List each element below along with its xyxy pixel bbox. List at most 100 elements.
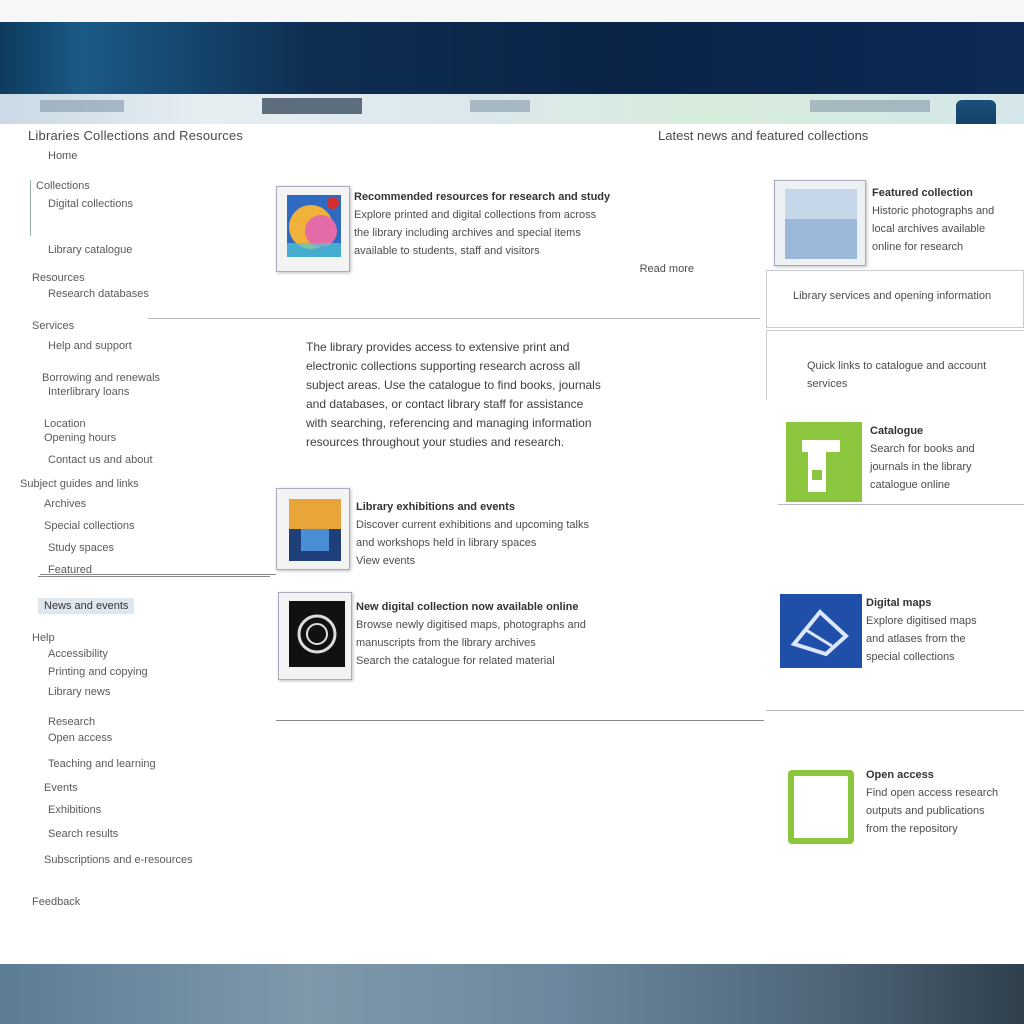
card-line: special collections [866,651,955,663]
card-heading: Digital maps [866,597,932,609]
sidebar-item[interactable]: Special collections [44,520,135,532]
card-thumbnail[interactable] [276,488,350,570]
card-line: Discover current exhibitions and upcomin… [356,519,589,531]
sidebar-item[interactable]: Feedback [32,896,80,908]
card-line: local archives available [872,223,986,235]
window-titlebar [0,22,1024,94]
photo-icon [289,499,341,561]
card-thumbnail[interactable] [276,186,350,272]
sidebar-item[interactable]: Services [32,320,74,332]
catalogue-icon[interactable] [786,422,862,502]
card-thumbnail[interactable] [774,180,866,266]
info-box[interactable]: Library services and opening information [766,270,1024,328]
sidebar-item[interactable]: Borrowing and renewals [42,372,160,384]
sidebar-item[interactable]: Library catalogue [48,244,132,256]
card-line: catalogue online [870,479,951,491]
feature-card[interactable]: Catalogue Search for books and journals … [786,422,1024,504]
card-line: and workshops held in library spaces [356,537,537,549]
body-line: and databases, or contact library staff … [306,397,584,411]
sidebar-item[interactable]: Collections [36,180,90,192]
sidebar-item[interactable]: Library news [48,686,110,698]
card-line: the library including archives and speci… [354,227,581,239]
divider [766,710,1024,711]
sidebar-item[interactable]: Teaching and learning [48,758,156,770]
news-card[interactable]: Library exhibitions and events Discover … [276,486,696,574]
page-content: Libraries Collections and Resources Home… [0,124,1024,964]
digital-maps-icon[interactable] [780,594,862,668]
body-paragraph: The library provides access to extensive… [306,338,698,452]
sidebar-item[interactable]: Archives [44,498,86,510]
card-line: online for research [872,241,964,253]
sidebar-item[interactable]: Exhibitions [48,804,101,816]
section-title: Latest news and featured collections [658,128,869,143]
news-card[interactable]: Recommended resources for research and s… [276,186,696,300]
info-box[interactable]: Quick links to catalogue and account ser… [766,330,1024,400]
top-strip [0,0,1024,22]
card-heading: New digital collection now available onl… [356,601,579,613]
sidebar-item[interactable]: Events [44,782,78,794]
card-line: from the repository [866,823,958,835]
body-line: with searching, referencing and managing… [306,416,592,430]
sidebar-item[interactable]: Printing and copying [48,666,148,678]
card-link[interactable]: Read more [354,260,694,278]
card-line: outputs and publications [866,805,985,817]
sidebar-item[interactable]: Help and support [48,340,132,352]
sidebar-item[interactable]: Study spaces [48,542,114,554]
sidebar-item-highlighted[interactable]: News and events [38,598,135,614]
body-line: electronic collections supporting resear… [306,359,581,373]
feature-card[interactable]: Digital maps Explore digitised maps and … [780,594,1024,686]
sidebar-item[interactable]: Interlibrary loans [48,386,129,398]
body-line: resources throughout your studies and re… [306,435,565,449]
card-line: available to students, staff and visitor… [354,245,540,257]
sidebar-item[interactable]: Contact us and about [48,454,153,466]
sidebar-divider [30,180,31,236]
sidebar-item[interactable]: Subject guides and links [20,478,139,490]
card-line: Explore printed and digital collections … [354,209,597,221]
banner-strip [0,94,1024,124]
card-line: and atlases from the [866,633,966,645]
card-thumbnail[interactable] [278,592,352,680]
sidebar-item[interactable]: Help [32,632,55,644]
card-line: Historic photographs and [872,205,995,217]
sidebar: Libraries Collections and Resources Home… [20,124,275,924]
card-line: Browse newly digitised maps, photographs… [356,619,586,631]
feature-card[interactable]: Featured collection Historic photographs… [774,180,1024,270]
news-card[interactable]: New digital collection now available onl… [276,590,696,684]
card-heading: Catalogue [870,425,924,437]
sidebar-item[interactable]: Research databases [48,288,149,300]
sidebar-item[interactable]: Resources [32,272,85,284]
card-heading: Recommended resources for research and s… [354,191,611,203]
info-box-text: Quick links to catalogue and account ser… [807,360,987,390]
emblem-icon [289,601,345,667]
sidebar-item[interactable]: Accessibility [48,648,108,660]
divider [778,504,1024,505]
sidebar-title: Libraries Collections and Resources [28,128,244,143]
card-heading: Open access [866,769,934,781]
card-line: manuscripts from the library archives [356,637,536,649]
sidebar-item[interactable]: Digital collections [48,198,133,210]
card-line: Search the catalogue for related materia… [356,655,555,667]
sidebar-item[interactable]: Location [44,418,86,430]
sidebar-subtitle: Home [48,150,78,162]
body-line: The library provides access to extensive… [306,340,570,354]
sidebar-item[interactable]: Search results [48,828,118,840]
sidebar-item[interactable]: Subscriptions and e-resources [44,854,193,866]
divider [148,318,760,319]
map-image-icon [785,189,857,259]
card-heading: Library exhibitions and events [356,501,515,513]
card-line: Explore digitised maps [866,615,977,627]
open-access-icon[interactable] [788,770,854,844]
card-heading: Featured collection [872,187,973,199]
body-line: subject areas. Use the catalogue to find… [306,378,601,392]
info-box-text: Library services and opening information [793,290,992,302]
sidebar-divider [38,576,270,577]
feature-card[interactable]: Open access Find open access research ou… [780,766,1024,858]
card-line: journals in the library [870,461,972,473]
divider [276,720,764,721]
sidebar-item[interactable]: Open access [48,732,112,744]
card-link[interactable]: View events [356,552,692,570]
divider [40,574,276,575]
sidebar-item[interactable]: Opening hours [44,432,116,444]
card-line: Search for books and [870,443,975,455]
sidebar-item[interactable]: Research [48,716,95,728]
